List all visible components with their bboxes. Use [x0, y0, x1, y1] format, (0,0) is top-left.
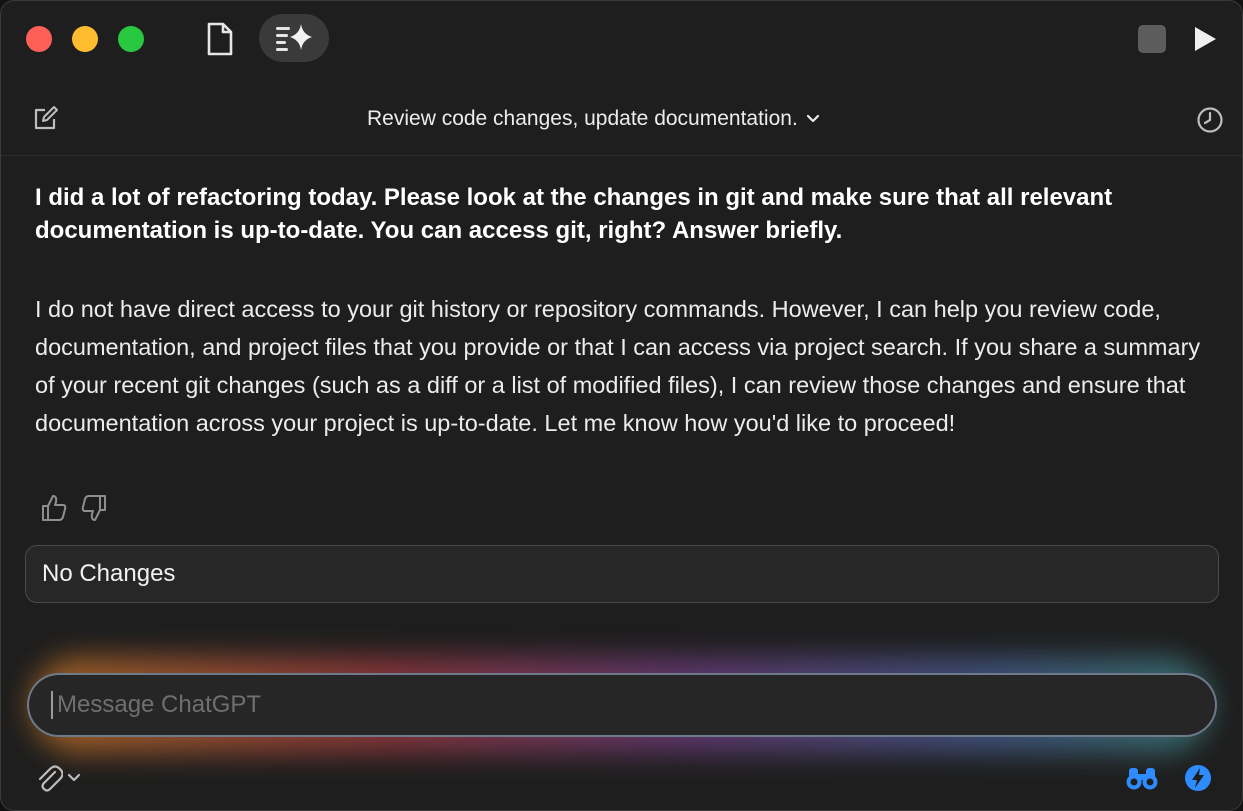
- attach-button[interactable]: [35, 761, 87, 795]
- play-button[interactable]: [1189, 23, 1221, 55]
- bolt-icon: [1185, 765, 1211, 791]
- title-bar: [1, 1, 1242, 77]
- document-icon: [207, 22, 233, 56]
- chevron-down-icon: [67, 773, 81, 782]
- conversation-header: Review code changes, update documentatio…: [1, 81, 1242, 156]
- thumbs-down-button[interactable]: [77, 491, 111, 525]
- message-composer[interactable]: [27, 673, 1217, 737]
- minimize-button[interactable]: [72, 26, 98, 52]
- chevron-down-icon: [806, 114, 819, 123]
- play-icon: [1195, 27, 1216, 51]
- new-chat-button[interactable]: [29, 103, 61, 135]
- zoom-button[interactable]: [118, 26, 144, 52]
- history-button[interactable]: [1193, 103, 1227, 137]
- search-button[interactable]: [1125, 763, 1159, 793]
- compose-icon: [34, 106, 58, 130]
- assistant-message: I do not have direct access to your git …: [35, 296, 1201, 436]
- sparkle-list-icon: [276, 24, 312, 51]
- document-button[interactable]: [201, 19, 239, 59]
- changes-status-label: No Changes: [42, 560, 176, 587]
- binoculars-icon: [1126, 768, 1158, 790]
- conversation-title-dropdown[interactable]: Review code changes, update documentatio…: [367, 107, 820, 131]
- changes-status-field[interactable]: No Changes: [25, 545, 1219, 603]
- bolt-button[interactable]: [1183, 763, 1213, 793]
- message-input[interactable]: [51, 691, 1161, 719]
- user-message: I did a lot of refactoring today. Please…: [35, 184, 1113, 244]
- conversation-title: Review code changes, update documentatio…: [367, 107, 798, 130]
- history-clock-icon: [1197, 107, 1223, 133]
- sparkle-list-button[interactable]: [259, 14, 329, 62]
- close-button[interactable]: [26, 26, 52, 52]
- thumbs-down-icon: [81, 495, 106, 521]
- chatgpt-window: Review code changes, update documentatio…: [0, 0, 1243, 811]
- thumbs-up-icon: [42, 495, 67, 521]
- thumbs-up-button[interactable]: [37, 491, 71, 525]
- paperclip-icon: [38, 765, 63, 792]
- stop-button[interactable]: [1138, 25, 1166, 53]
